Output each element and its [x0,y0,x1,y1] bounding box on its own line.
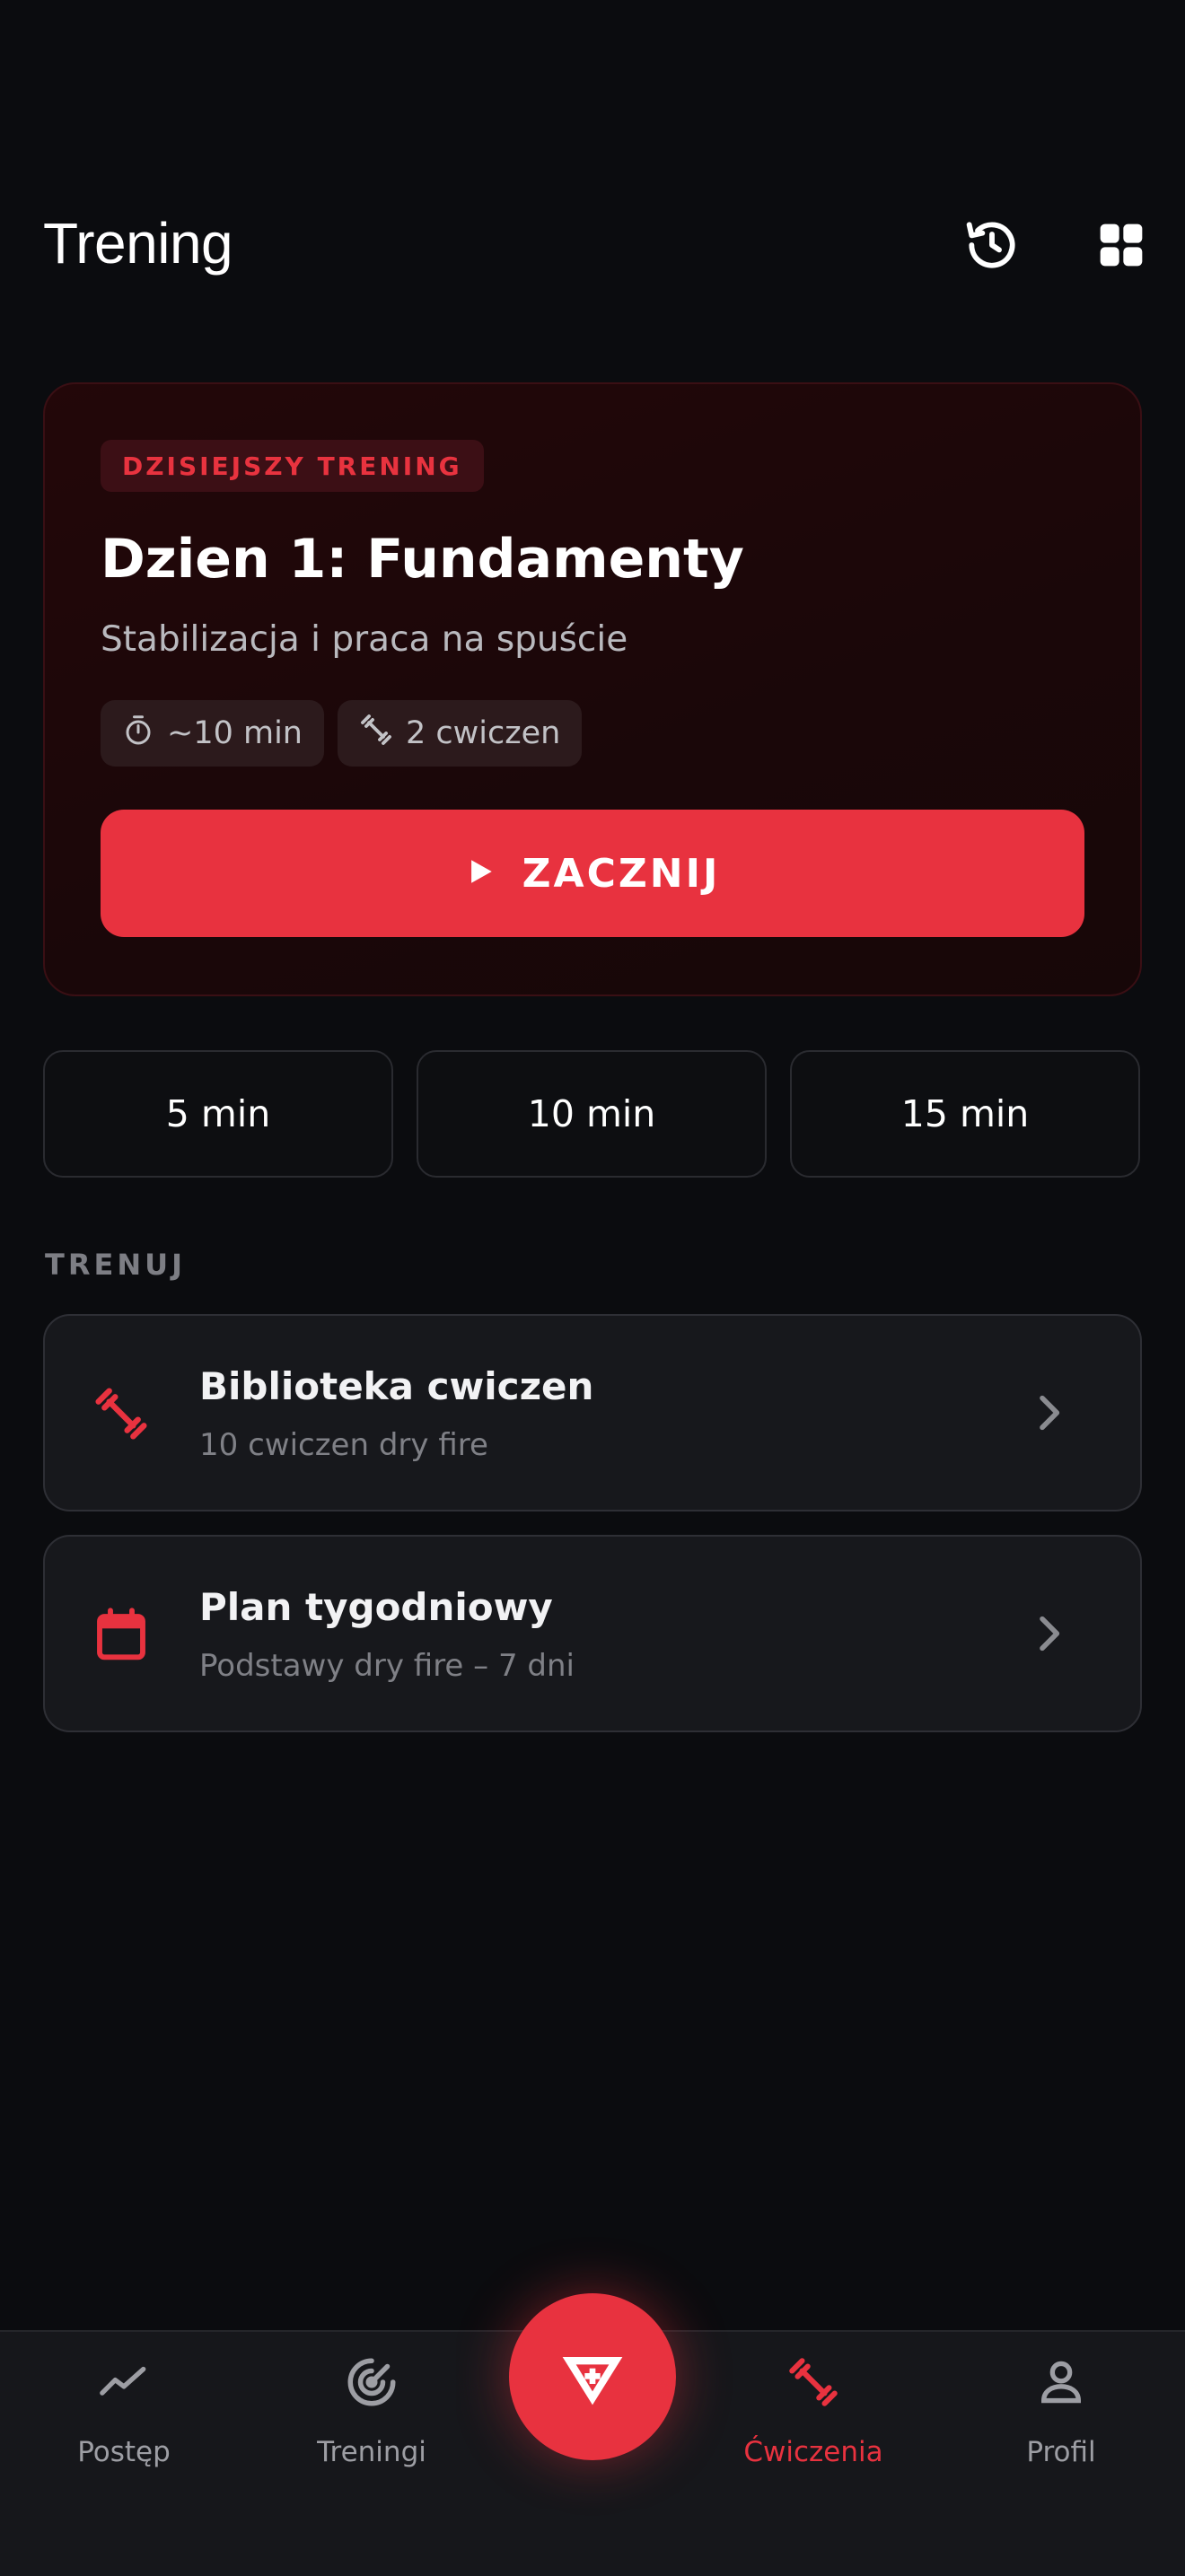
target-icon [343,2353,400,2411]
duration-label: ~10 min [167,715,303,751]
nav-label: Treningi [317,2436,426,2468]
chevron-right-icon [1023,1388,1074,1438]
workout-subtitle: Stabilizacja i praca na spuście [101,619,628,660]
start-button[interactable]: ZACZNIJ [101,810,1084,937]
list-item-weekly-plan[interactable]: Plan tygodniowy Podstawy dry fire – 7 dn… [43,1535,1142,1732]
nav-label: Postęp [77,2436,171,2468]
start-label: ZACZNIJ [522,850,721,897]
list-item-subtitle: 10 cwiczen dry fire [199,1427,488,1463]
today-tag: DZISIEJSZY TRENING [101,440,484,492]
dumbbell-icon [785,2353,842,2411]
chevron-right-icon [1023,1608,1074,1659]
exercise-count-label: 2 cwiczen [406,715,561,751]
list-item-title: Biblioteka cwiczen [199,1364,594,1408]
dumbbell-icon [359,713,393,755]
history-icon[interactable] [961,214,1023,276]
trend-icon [95,2353,153,2411]
exercise-count-chip: 2 cwiczen [338,700,583,767]
workout-title: Dzien 1: Fundamenty [101,528,744,591]
list-item-subtitle: Podstawy dry fire – 7 dni [199,1648,575,1684]
nav-label: Ćwiczenia [743,2436,883,2468]
list-item-title: Plan tygodniowy [199,1585,553,1629]
duration-chip: ~10 min [101,700,324,767]
duration-15-button[interactable]: 15 min [790,1050,1140,1178]
center-action-button[interactable] [509,2293,676,2460]
duration-10-button[interactable]: 10 min [417,1050,767,1178]
nav-item-profile[interactable]: Profil [962,2332,1160,2502]
page-title: Trening [43,211,233,276]
section-label: TRENUJ [45,1248,186,1282]
list-item-exercise-library[interactable]: Biblioteka cwiczen 10 cwiczen dry fire [43,1314,1142,1511]
nav-item-exercises[interactable]: Ćwiczenia [715,2332,912,2502]
dumbbell-icon [92,1384,151,1443]
calendar-icon [92,1605,151,1664]
today-workout-card: DZISIEJSZY TRENING Dzien 1: Fundamenty S… [43,382,1142,996]
duration-5-button[interactable]: 5 min [43,1050,393,1178]
play-icon [465,851,496,897]
nav-item-trainings[interactable]: Treningi [273,2332,470,2502]
header: Trening [43,208,1143,280]
logo-icon [557,2339,628,2414]
person-icon [1032,2353,1090,2411]
nav-label: Profil [1026,2436,1096,2468]
grid-icon[interactable] [1090,214,1153,276]
nav-item-progress[interactable]: Postęp [25,2332,223,2502]
stopwatch-icon [122,714,154,754]
